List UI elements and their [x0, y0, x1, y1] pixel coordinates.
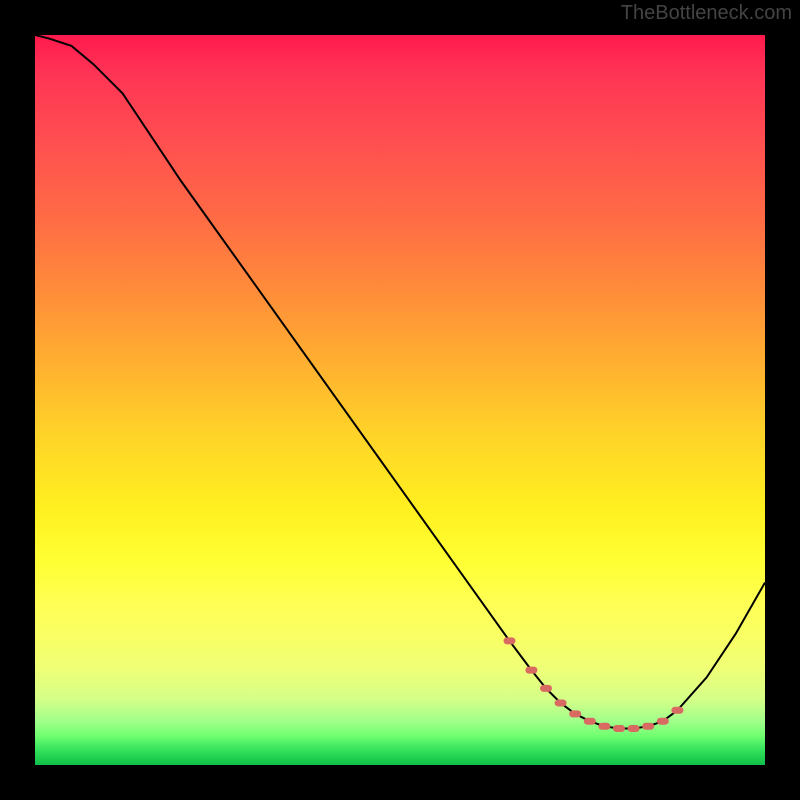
watermark-text: TheBottleneck.com [621, 2, 792, 25]
chart-plot-area [35, 35, 765, 765]
highlight-dot [598, 723, 610, 730]
highlight-dot [555, 699, 567, 706]
highlight-dot [569, 710, 581, 717]
highlight-dot [657, 718, 669, 725]
highlight-dot [628, 725, 640, 732]
highlight-dot [671, 707, 683, 714]
main-curve [35, 35, 765, 729]
highlight-dot [525, 667, 537, 674]
highlight-dot [540, 685, 552, 692]
highlight-dots-group [504, 637, 684, 732]
highlight-dot [613, 725, 625, 732]
highlight-dot [584, 718, 596, 725]
highlight-dot [504, 637, 516, 644]
chart-svg [35, 35, 765, 765]
highlight-dot [642, 723, 654, 730]
